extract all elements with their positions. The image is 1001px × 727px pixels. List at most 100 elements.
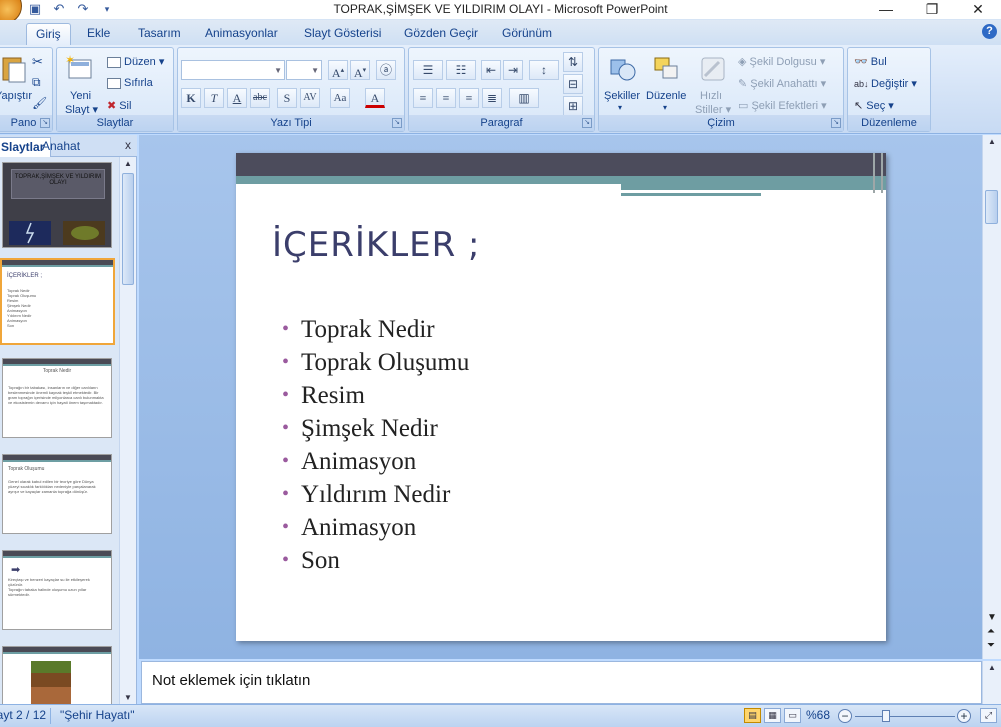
- slide-scrollbar[interactable]: ▲ ▼ ⏶ ⏷: [982, 135, 1001, 659]
- group-slaytlar: ✶ Yeni Slayt ▾ Düzen ▾ Sıfırla ✖ Sil Slay…: [56, 47, 174, 132]
- bold-icon[interactable]: K: [181, 88, 201, 108]
- tab-ekle[interactable]: Ekle: [78, 23, 119, 45]
- tab-slayt-gosterisi[interactable]: Slayt Gösterisi: [295, 23, 390, 45]
- align-left-icon[interactable]: ≡: [413, 88, 433, 108]
- previous-slide-icon[interactable]: ⏶: [987, 626, 995, 637]
- zoom-out-icon[interactable]: −: [838, 709, 852, 723]
- shape-effects-button[interactable]: ▭ Şekil Efektleri ▾: [738, 99, 827, 112]
- line-spacing-icon[interactable]: ↕: [529, 60, 559, 80]
- arrange-dropdown-icon[interactable]: ▾: [663, 103, 667, 112]
- zoom-slider-thumb[interactable]: [882, 710, 890, 722]
- font-family-combo[interactable]: ▼: [181, 60, 285, 80]
- underline-icon[interactable]: A: [227, 88, 247, 108]
- new-slide-label-1[interactable]: Yeni: [70, 90, 91, 102]
- slide-thumb-1[interactable]: TOPRAK,ŞİMŞEK VE YILDIRIM OLAYI: [2, 162, 112, 248]
- notes-scrollbar[interactable]: ▲: [982, 661, 1001, 704]
- scroll-up-icon[interactable]: ▲: [988, 137, 996, 146]
- normal-view-icon[interactable]: ▤: [744, 708, 761, 723]
- slides-pane-scrollbar[interactable]: ▲ ▼: [119, 157, 136, 704]
- quick-styles-label-1[interactable]: Hızlı: [700, 90, 722, 102]
- smartart-icon[interactable]: ⊞: [563, 96, 583, 116]
- new-slide-icon[interactable]: ✶: [63, 54, 95, 84]
- font-size-combo[interactable]: ▼: [286, 60, 322, 80]
- tab-gorunum[interactable]: Görünüm: [493, 23, 561, 45]
- increase-indent-icon[interactable]: ⇥: [503, 60, 523, 80]
- select-button[interactable]: ↖ Seç ▾: [854, 99, 894, 112]
- zoom-level[interactable]: %68: [806, 708, 830, 722]
- scroll-up-icon[interactable]: ▲: [124, 159, 132, 168]
- cut-icon[interactable]: ✂: [32, 54, 43, 70]
- text-direction-icon[interactable]: ⇅: [563, 52, 583, 72]
- scroll-up-icon[interactable]: ▲: [988, 663, 996, 672]
- decrease-indent-icon[interactable]: ⇤: [481, 60, 501, 80]
- tab-animasyonlar[interactable]: Animasyonlar: [196, 23, 287, 45]
- zoom-slider[interactable]: [855, 716, 955, 717]
- shrink-font-icon[interactable]: A▾: [350, 60, 370, 80]
- shape-fill-button[interactable]: ◈ Şekil Dolgusu ▾: [738, 55, 825, 68]
- paste-icon[interactable]: [0, 54, 31, 84]
- text-shadow-icon[interactable]: S: [277, 88, 297, 108]
- change-case-icon[interactable]: Aa: [330, 88, 350, 108]
- char-spacing-icon[interactable]: AV: [300, 88, 320, 108]
- restore-icon[interactable]: ❐: [909, 0, 955, 20]
- tab-outline[interactable]: Anahat: [36, 137, 86, 157]
- align-center-icon[interactable]: ≡: [436, 88, 456, 108]
- slide-thumb-4[interactable]: Toprak Oluşumu Genel olarak kabul edilen…: [2, 454, 112, 534]
- shapes-label[interactable]: Şekiller: [604, 90, 640, 102]
- justify-icon[interactable]: ≣: [482, 88, 502, 108]
- paste-label[interactable]: Yapıştır: [0, 90, 32, 102]
- reset-button[interactable]: Sıfırla: [107, 77, 153, 89]
- align-right-icon[interactable]: ≡: [459, 88, 479, 108]
- tab-gozden-gecir[interactable]: Gözden Geçir: [395, 23, 487, 45]
- clear-formatting-icon[interactable]: ⓐ: [376, 60, 396, 80]
- slide-thumb-6[interactable]: [2, 646, 112, 704]
- notes-pane[interactable]: Not eklemek için tıklatın: [141, 661, 982, 704]
- columns-icon[interactable]: ▥: [509, 88, 539, 108]
- slide-bullet-list[interactable]: • Toprak Nedir • Toprak Oluşumu • Resim • Şi…: [282, 313, 469, 577]
- replace-button[interactable]: ab↓ Değiştir ▾: [854, 77, 917, 90]
- delete-slide-button[interactable]: ✖ Sil: [107, 99, 131, 112]
- shape-outline-button[interactable]: ✎ Şekil Anahattı ▾: [738, 77, 826, 90]
- minimize-icon[interactable]: —: [863, 0, 909, 20]
- slide-canvas[interactable]: İÇERİKLER ; • Toprak Nedir • Toprak Oluşum…: [236, 153, 886, 641]
- slide-thumb-2[interactable]: İÇERİKLER ; Toprak Nedir Toprak Oluşumu …: [0, 258, 115, 345]
- yazi-tipi-launcher-icon[interactable]: ↘: [392, 118, 402, 128]
- strikethrough-icon[interactable]: abc: [250, 88, 270, 108]
- fit-to-window-icon[interactable]: ⤢: [980, 708, 997, 723]
- slide-thumb-5[interactable]: ➡ Kireçtaşı ve benzeri kayaçlar su ile e…: [2, 550, 112, 630]
- tab-tasarim[interactable]: Tasarım: [129, 23, 190, 45]
- pano-launcher-icon[interactable]: ↘: [40, 118, 50, 128]
- find-button[interactable]: 👓 Bul: [854, 55, 887, 68]
- quick-styles-icon[interactable]: [697, 54, 729, 84]
- layout-button[interactable]: Düzen ▾: [107, 55, 164, 68]
- format-painter-icon[interactable]: 🖌: [32, 96, 47, 110]
- align-text-icon[interactable]: ⊟: [563, 74, 583, 94]
- cizim-launcher-icon[interactable]: ↘: [831, 118, 841, 128]
- bullets-icon[interactable]: ☰: [413, 60, 443, 80]
- slides-pane-scroll-thumb[interactable]: [122, 173, 134, 285]
- scroll-down-icon[interactable]: ▼: [124, 693, 132, 702]
- scroll-down-icon[interactable]: ▼: [987, 612, 997, 623]
- grow-font-icon[interactable]: A▴: [328, 60, 348, 80]
- font-color-icon[interactable]: A: [365, 88, 385, 108]
- slide-scroll-thumb[interactable]: [985, 190, 998, 224]
- shapes-icon[interactable]: [607, 54, 639, 84]
- help-icon[interactable]: ?: [982, 24, 997, 39]
- tab-giris[interactable]: Giriş: [26, 23, 71, 45]
- copy-icon[interactable]: ⧉: [32, 75, 41, 90]
- arrange-icon[interactable]: [651, 54, 683, 84]
- close-window-icon[interactable]: ✕: [955, 0, 1001, 20]
- slide-show-icon[interactable]: ▭: [784, 708, 801, 723]
- shapes-dropdown-icon[interactable]: ▾: [618, 103, 622, 112]
- group-label-duzenleme: Düzenleme: [848, 115, 930, 131]
- close-pane-icon[interactable]: x: [125, 138, 131, 152]
- paragraf-launcher-icon[interactable]: ↘: [582, 118, 592, 128]
- slide-title[interactable]: İÇERİKLER ;: [272, 225, 481, 265]
- slide-thumb-3[interactable]: Toprak Nedir Toprağın bir tabakası, insa…: [2, 358, 112, 438]
- zoom-in-icon[interactable]: +: [957, 709, 971, 723]
- italic-icon[interactable]: T: [204, 88, 224, 108]
- next-slide-icon[interactable]: ⏷: [987, 640, 995, 651]
- arrange-label[interactable]: Düzenle: [646, 90, 686, 102]
- numbering-icon[interactable]: ☷: [446, 60, 476, 80]
- slide-sorter-icon[interactable]: ▦: [764, 708, 781, 723]
